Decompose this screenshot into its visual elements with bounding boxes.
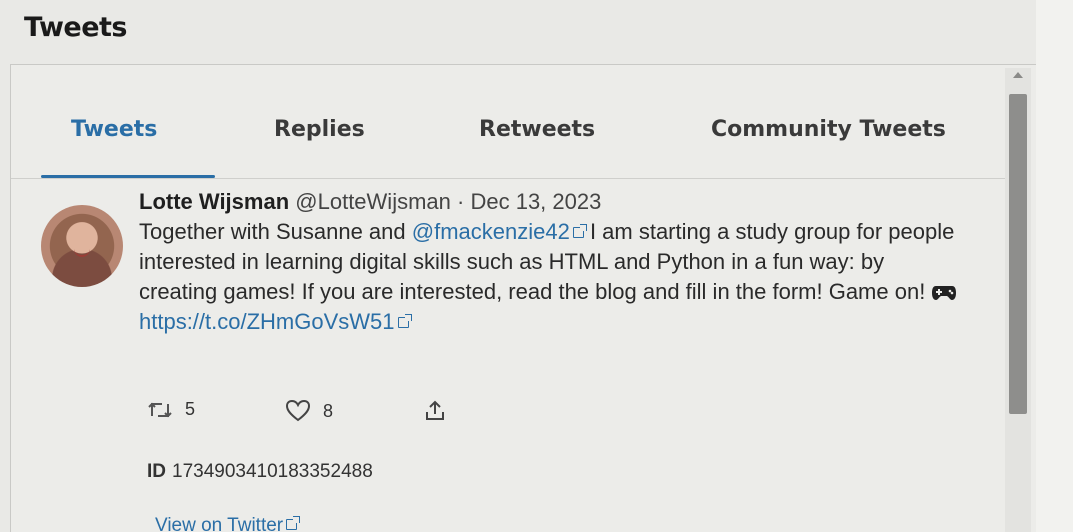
retweet-count: 5 <box>185 399 196 419</box>
author-handle[interactable]: @LotteWijsman <box>295 189 451 214</box>
tweet-card: Lotte Wijsman @LotteWijsman · Dec 13, 20… <box>11 179 1011 532</box>
tab-tweets[interactable]: Tweets <box>71 117 157 142</box>
external-link-icon <box>397 314 412 328</box>
scrollbar[interactable] <box>1005 68 1031 532</box>
scroll-thumb[interactable] <box>1009 94 1027 414</box>
tweets-panel: Tweets Replies Retweets Community Tweets… <box>10 64 1040 532</box>
tweet-date: Dec 13, 2023 <box>470 189 602 214</box>
external-link-icon <box>572 224 587 238</box>
mention-link[interactable]: @fmackenzie42 <box>411 219 587 244</box>
active-tab-indicator <box>41 175 215 178</box>
tweet-id-label: ID <box>147 461 166 482</box>
tweet-header: Lotte Wijsman @LotteWijsman · Dec 13, 20… <box>139 189 601 215</box>
header-separator: · <box>457 189 465 214</box>
tweet-link-text: https://t.co/ZHmGoVsW51 <box>139 309 395 334</box>
tweet-id: ID 1734903410183352488 <box>147 461 373 483</box>
section-title: Tweets <box>24 12 128 43</box>
view-on-twitter-text: View on Twitter <box>155 515 284 532</box>
view-on-twitter-link[interactable]: View on Twitter <box>155 515 301 532</box>
tweet-link[interactable]: https://t.co/ZHmGoVsW51 <box>139 309 412 334</box>
heart-icon <box>285 399 311 422</box>
mention-text: @fmackenzie42 <box>411 219 570 244</box>
like-button[interactable]: 8 <box>285 399 333 423</box>
author-name[interactable]: Lotte Wijsman <box>139 189 289 214</box>
share-button[interactable] <box>423 399 447 423</box>
like-count: 8 <box>323 400 334 421</box>
share-icon <box>426 400 444 420</box>
right-edge <box>1036 0 1073 532</box>
gamepad-icon <box>932 286 957 300</box>
tab-bar: Tweets Replies Retweets Community Tweets <box>11 89 1011 179</box>
tweet-id-value: 1734903410183352488 <box>172 461 373 482</box>
tweet-text-start: Together with Susanne and <box>139 219 412 244</box>
tab-community-tweets[interactable]: Community Tweets <box>711 117 946 142</box>
avatar[interactable] <box>41 205 123 287</box>
scroll-up-arrow-icon[interactable] <box>1013 72 1023 78</box>
tweets-page: Tweets Tweets Replies Retweets Community… <box>0 0 1073 532</box>
tweet-actions: 5 8 <box>147 399 507 429</box>
retweet-icon <box>148 402 172 417</box>
external-link-icon <box>286 516 301 530</box>
tweet-text: Together with Susanne and @fmackenzie42 … <box>139 217 959 337</box>
retweet-button[interactable]: 5 <box>147 399 195 420</box>
tab-replies[interactable]: Replies <box>274 117 365 142</box>
tab-retweets[interactable]: Retweets <box>479 117 595 142</box>
